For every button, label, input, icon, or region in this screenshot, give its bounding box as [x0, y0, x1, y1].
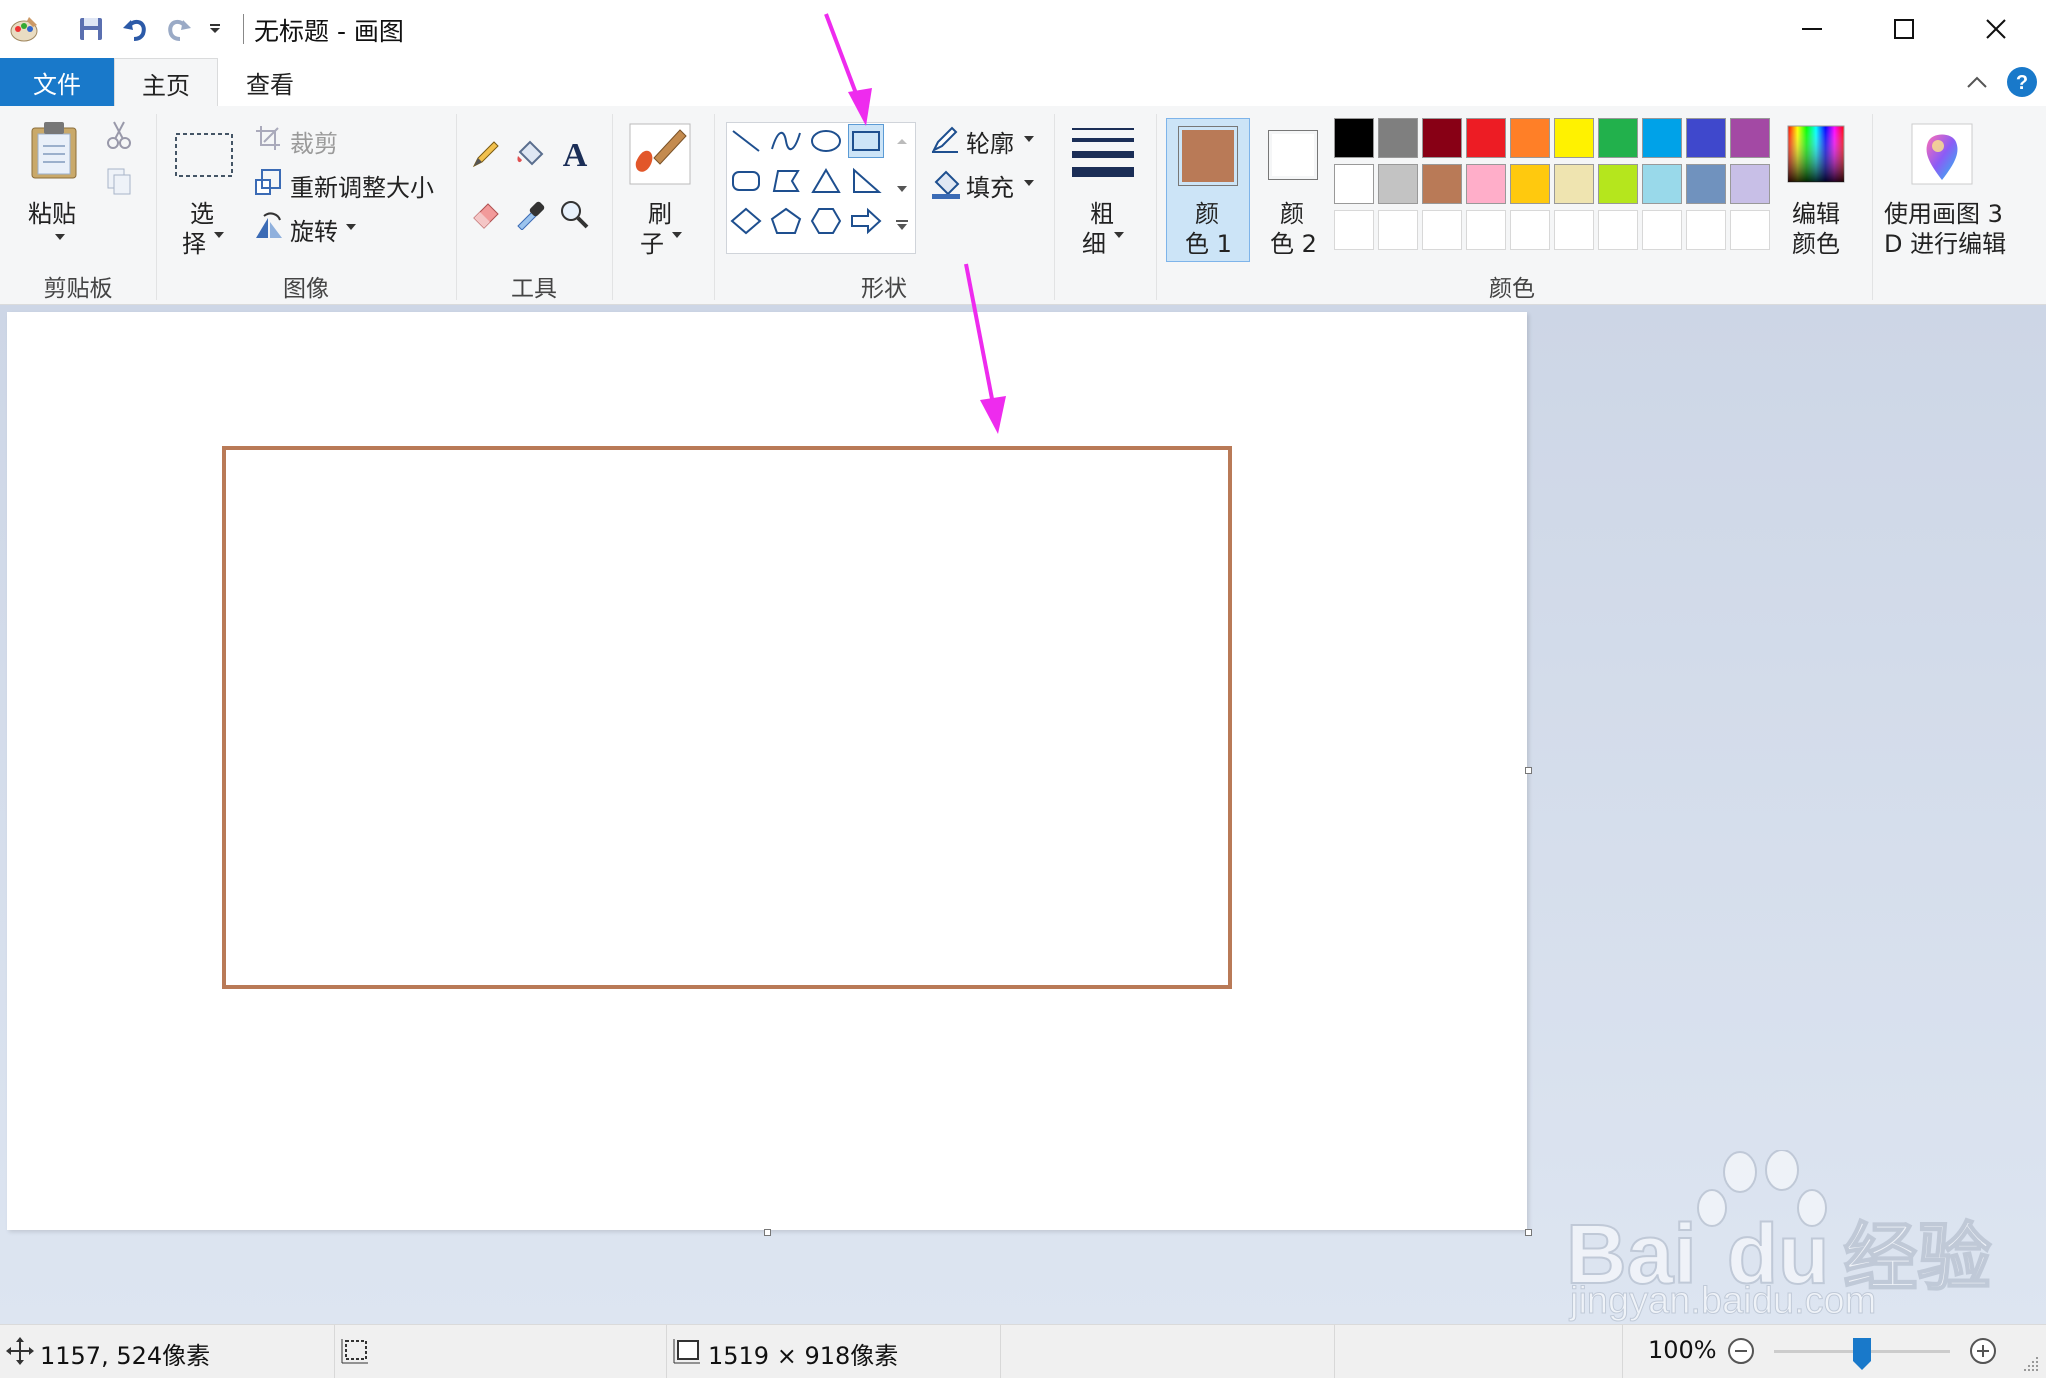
selection-size-icon — [340, 1337, 370, 1365]
zoom-out-button[interactable] — [1726, 1336, 1756, 1366]
cursor-position-icon — [6, 1337, 34, 1365]
watermark-url: jingyan.baidu.com — [1569, 1280, 1877, 1323]
zoom-percent: 100% — [1648, 1336, 1717, 1364]
image-size: 1519 × 918像素 — [708, 1342, 899, 1370]
zoom-in-button[interactable] — [1968, 1336, 1998, 1366]
resize-grip-icon[interactable] — [2020, 1353, 2040, 1373]
status-divider — [334, 1325, 335, 1378]
status-divider — [1334, 1325, 1335, 1378]
cursor-position: 1157, 524像素 — [40, 1342, 211, 1370]
status-divider — [666, 1325, 667, 1378]
zoom-slider-thumb[interactable] — [1852, 1337, 1872, 1371]
status-divider — [1000, 1325, 1001, 1378]
status-divider — [1622, 1325, 1623, 1378]
baidu-jingyan-watermark: Bai du 经验 jingyan.baidu.com — [1550, 1149, 2010, 1334]
image-size-icon — [672, 1337, 702, 1365]
status-bar: 1157, 524像素 1519 × 918像素 100% — [0, 1324, 2046, 1378]
